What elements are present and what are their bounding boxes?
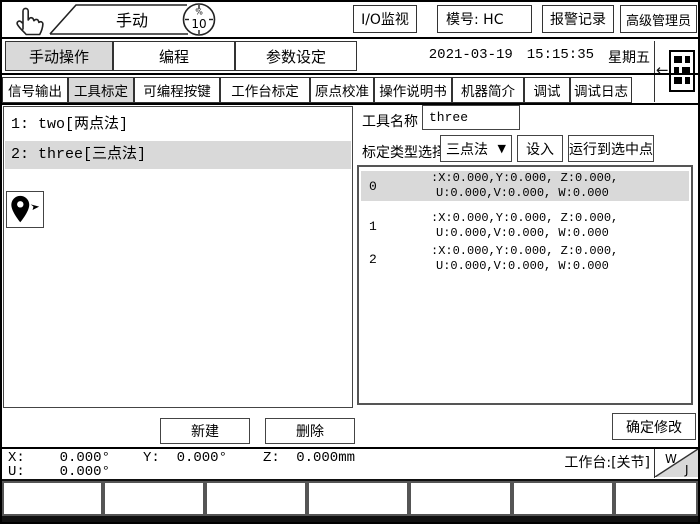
io-monitor-button[interactable]: I/O监视 (353, 5, 417, 33)
point-coords-line2: U:0.000,V:0.000, W:0.000 (431, 259, 618, 274)
keyboard-icon (669, 50, 695, 92)
coord-mode-joint: J (684, 463, 689, 477)
tab-parameter-setting[interactable]: 参数设定 (235, 41, 357, 71)
point-index: 1 (361, 211, 431, 241)
robot-control-screen: 手动 % 10 I/O监视 模号: HC 报警记录 高级管理员 手动操作 编程 … (0, 0, 700, 524)
coord-mode-toggle[interactable]: W J (654, 449, 698, 478)
divider (0, 37, 700, 39)
set-in-button[interactable]: 设入 (517, 135, 563, 162)
time-text: 15:15:35 (527, 47, 594, 67)
model-number-button[interactable]: 模号: HC (437, 5, 532, 33)
calibration-type-value: 三点法 (446, 139, 488, 159)
tool-list-item-2[interactable]: 2: three[三点法] (5, 141, 351, 169)
soft-keyboard-toggle[interactable]: ← (654, 41, 698, 102)
admin-level-button[interactable]: 高级管理员 (620, 5, 697, 33)
function-key-3[interactable] (205, 481, 307, 516)
status-u-label: U: (8, 464, 25, 480)
delete-button[interactable]: 删除 (265, 418, 355, 444)
divider (0, 73, 700, 75)
point-index: 2 (361, 244, 431, 274)
subtab-origin-calibration[interactable]: 原点校准 (310, 77, 374, 103)
speed-unit: % (195, 8, 203, 17)
confirm-modify-button[interactable]: 确定修改 (612, 413, 696, 440)
hand-icon (8, 4, 46, 40)
function-key-7[interactable] (614, 481, 698, 516)
mode-banner: 手动 % 10 (46, 1, 222, 42)
calibration-type-select[interactable]: 三点法 ▼ (440, 135, 512, 162)
point-row-1[interactable]: 1 :X:0.000,Y:0.000, Z:0.000, U:0.000,V:0… (361, 211, 689, 241)
workbench-mode-label: 工作台:[关节] (500, 452, 650, 472)
tool-list-panel: 1: two[两点法] 2: three[三点法] (3, 106, 353, 408)
calibration-points-list: 0 :X:0.000,Y:0.000, Z:0.000, U:0.000,V:0… (357, 165, 693, 405)
subtab-signal-output[interactable]: 信号输出 (2, 77, 68, 103)
tool-name-label: 工具名称 (362, 111, 418, 131)
point-coords-line1: :X:0.000,Y:0.000, Z:0.000, (431, 211, 618, 226)
tab-programming[interactable]: 编程 (113, 41, 235, 71)
point-coords-line2: U:0.000,V:0.000, W:0.000 (431, 186, 618, 201)
status-y-label: Y: (143, 450, 160, 466)
coord-mode-world: W (665, 452, 677, 466)
tool-list-item-1[interactable]: 1: two[两点法] (5, 111, 351, 139)
point-coords-line1: :X:0.000,Y:0.000, Z:0.000, (431, 171, 618, 186)
status-z-value: 0.000mm (283, 450, 355, 466)
move-to-point-button[interactable] (6, 191, 44, 228)
left-arrow-icon: ← (656, 61, 669, 79)
run-to-selected-point-button[interactable]: 运行到选中点 (568, 135, 654, 162)
point-index: 0 (361, 171, 431, 201)
subtab-operation-manual[interactable]: 操作说明书 (374, 77, 452, 103)
subtab-programmable-keys[interactable]: 可编程按键 (134, 77, 220, 103)
weekday-text: 星期五 (608, 47, 650, 67)
calibration-type-label: 标定类型选择 (362, 142, 446, 162)
mode-label: 手动 (116, 11, 148, 30)
function-key-6[interactable] (512, 481, 614, 516)
new-button[interactable]: 新建 (160, 418, 250, 444)
point-coords-line2: U:0.000,V:0.000, W:0.000 (431, 226, 618, 241)
subtab-machine-intro[interactable]: 机器简介 (452, 77, 524, 103)
divider (0, 447, 700, 449)
subtab-tool-calibration[interactable]: 工具标定 (68, 77, 134, 103)
tool-name-input[interactable] (422, 105, 520, 130)
point-coords: :X:0.000,Y:0.000, Z:0.000, U:0.000,V:0.0… (431, 244, 618, 274)
function-key-strip (0, 479, 700, 524)
alarm-record-button[interactable]: 报警记录 (542, 5, 614, 33)
point-row-0[interactable]: 0 :X:0.000,Y:0.000, Z:0.000, U:0.000,V:0… (361, 171, 689, 201)
status-u-value: 0.000° (35, 464, 110, 480)
status-z-label: Z: (263, 450, 280, 466)
function-key-2[interactable] (103, 481, 205, 516)
datetime: 2021-03-19 15:15:35 星期五 (380, 47, 650, 67)
divider (0, 103, 700, 105)
function-key-5[interactable] (409, 481, 512, 516)
date-text: 2021-03-19 (429, 47, 513, 67)
point-coords: :X:0.000,Y:0.000, Z:0.000, U:0.000,V:0.0… (431, 211, 618, 241)
chevron-down-icon: ▼ (498, 142, 506, 155)
function-key-1[interactable] (2, 481, 103, 516)
subtab-worktable-calibration[interactable]: 工作台标定 (220, 77, 310, 103)
subtab-debug-log[interactable]: 调试日志 (570, 77, 632, 103)
speed-value: 10 (191, 17, 206, 31)
point-coords: :X:0.000,Y:0.000, Z:0.000, U:0.000,V:0.0… (431, 171, 618, 201)
tab-manual-operation[interactable]: 手动操作 (5, 41, 113, 71)
point-row-2[interactable]: 2 :X:0.000,Y:0.000, Z:0.000, U:0.000,V:0… (361, 244, 689, 274)
location-pin-icon (8, 193, 42, 226)
function-key-4[interactable] (307, 481, 409, 516)
status-y-value: 0.000° (162, 450, 227, 466)
point-coords-line1: :X:0.000,Y:0.000, Z:0.000, (431, 244, 618, 259)
subtab-debug[interactable]: 调试 (524, 77, 570, 103)
